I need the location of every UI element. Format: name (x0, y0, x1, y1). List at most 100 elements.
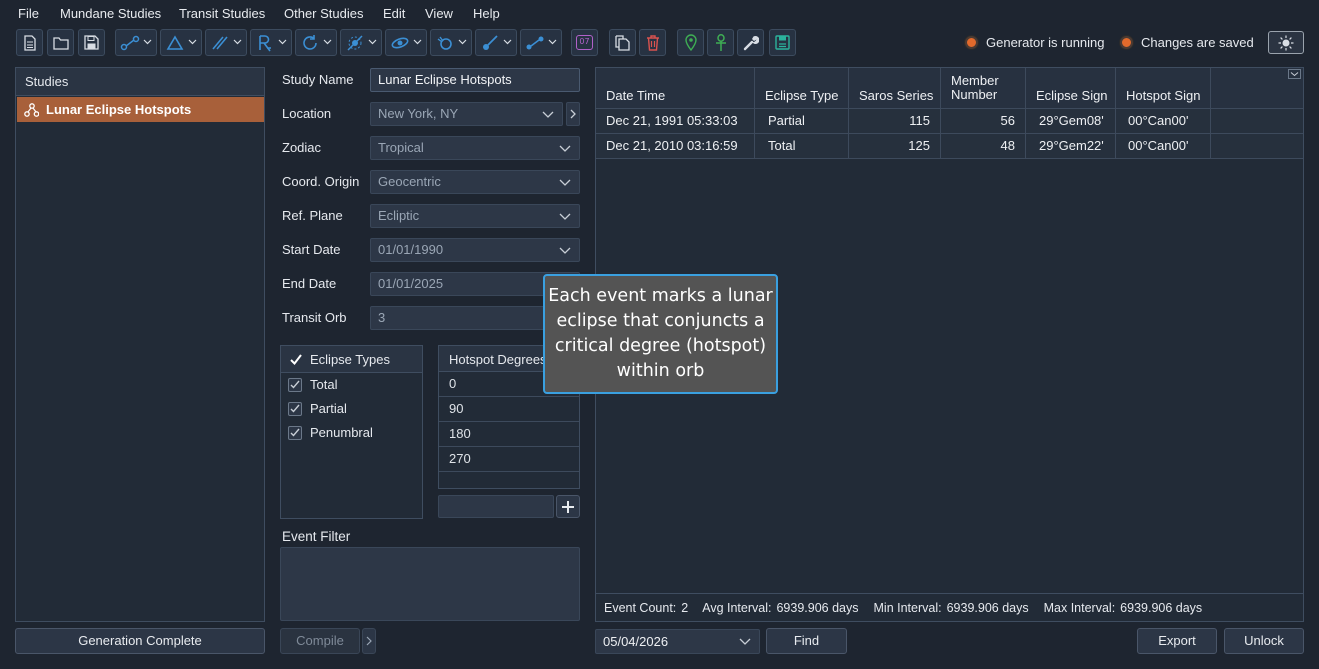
summary-bar: Event Count: 2 Avg Interval: 6939.906 da… (596, 593, 1303, 621)
sun-icon (1278, 35, 1294, 50)
generator-status: Generator is running (965, 35, 1105, 50)
parallel-button[interactable] (205, 29, 247, 56)
settings-button[interactable] (737, 29, 764, 56)
column-header-eclipse-type[interactable]: Eclipse Type (755, 68, 849, 108)
generator-status-text: Generator is running (986, 35, 1105, 50)
checkbox-checked-icon[interactable] (288, 377, 302, 392)
node-icon (347, 34, 363, 51)
hotspot-row[interactable]: 270 (439, 447, 579, 472)
date-picker[interactable]: 05/04/2026 (595, 629, 760, 654)
save-icon (84, 35, 99, 50)
ankh-button[interactable] (707, 29, 734, 56)
connect-button[interactable] (520, 29, 562, 56)
eclipse-types-header[interactable]: Eclipse Types (281, 346, 422, 373)
location-button[interactable] (677, 29, 704, 56)
location-select[interactable]: New York, NY (370, 102, 563, 126)
status-led-icon (965, 36, 978, 49)
hotspot-row[interactable]: 180 (439, 422, 579, 447)
eclipse-type-partial[interactable]: Partial (288, 401, 347, 416)
start-date-picker[interactable]: 01/01/1990 (370, 238, 580, 262)
column-header-date-time[interactable]: Date Time (596, 68, 755, 108)
chevron-down-icon (278, 39, 287, 45)
menu-bar: File Mundane Studies Transit Studies Oth… (0, 0, 1319, 28)
eclipse-button[interactable] (385, 29, 427, 56)
checkbox-checked-icon[interactable] (288, 401, 302, 416)
aspect-line-button[interactable] (115, 29, 157, 56)
chevron-down-icon (323, 39, 332, 45)
study-item-lunar-eclipse-hotspots[interactable]: Lunar Eclipse Hotspots (17, 97, 264, 122)
location-value: New York, NY (378, 106, 459, 121)
orbit-button[interactable] (430, 29, 472, 56)
column-menu-chevron-icon[interactable] (1288, 69, 1301, 79)
compile-button[interactable]: Compile (280, 628, 360, 654)
table-row[interactable]: Dec 21, 1991 05:33:03 Partial 115 56 29°… (596, 109, 1303, 134)
coord-origin-select[interactable]: Geocentric (370, 170, 580, 194)
menu-mundane-studies[interactable]: Mundane Studies (60, 6, 161, 21)
comet-button[interactable] (475, 29, 517, 56)
unlock-button[interactable]: Unlock (1224, 628, 1304, 654)
event-count-value: 2 (681, 600, 689, 615)
cell-saros-series: 115 (849, 109, 941, 133)
chevron-down-icon (368, 39, 377, 45)
delete-button[interactable] (639, 29, 666, 56)
copy-button[interactable] (609, 29, 636, 56)
export-button[interactable]: Export (1137, 628, 1217, 654)
study-name-input[interactable]: Lunar Eclipse Hotspots (370, 68, 580, 92)
ref-plane-select[interactable]: Ecliptic (370, 204, 580, 228)
hotspot-row[interactable]: 90 (439, 397, 579, 422)
eclipse-types-panel: Eclipse Types Total Partial Penumbral (280, 345, 423, 519)
studies-header: Studies (16, 68, 264, 96)
chevron-down-icon (143, 39, 152, 45)
calendar-button[interactable]: 07 (571, 29, 598, 56)
node-button[interactable] (340, 29, 382, 56)
add-hotspot-button[interactable] (556, 495, 580, 518)
save-button[interactable] (78, 29, 105, 56)
chevron-down-icon (458, 39, 467, 45)
avg-interval-value: 6939.906 days (776, 600, 859, 615)
cell-eclipse-sign: 29°Gem22' (1026, 134, 1116, 158)
eclipse-type-penumbral[interactable]: Penumbral (288, 425, 373, 440)
table-row[interactable]: Dec 21, 2010 03:16:59 Total 125 48 29°Ge… (596, 134, 1303, 159)
study-name-label: Study Name (282, 72, 354, 87)
generation-complete-button[interactable]: Generation Complete (15, 628, 265, 654)
event-filter-input[interactable] (280, 547, 580, 621)
column-header-eclipse-sign[interactable]: Eclipse Sign (1026, 68, 1116, 108)
menu-edit[interactable]: Edit (383, 6, 405, 21)
menu-view[interactable]: View (425, 6, 453, 21)
cell-saros-series: 125 (849, 134, 941, 158)
chevron-down-icon (739, 638, 751, 645)
min-interval-value: 6939.906 days (946, 600, 1029, 615)
hotspot-new-input[interactable] (438, 495, 554, 518)
connect-icon (526, 36, 544, 49)
retrograde-button[interactable] (250, 29, 292, 56)
calendar-07-icon: 07 (576, 35, 593, 50)
zodiac-select[interactable]: Tropical (370, 136, 580, 160)
database-button[interactable] (769, 29, 796, 56)
menu-help[interactable]: Help (473, 6, 500, 21)
location-next-button[interactable] (566, 102, 580, 126)
start-date-value: 01/01/1990 (378, 242, 444, 257)
open-folder-button[interactable] (47, 29, 74, 56)
chevron-down-icon (188, 39, 197, 45)
compile-options-button[interactable] (362, 628, 376, 654)
coord-origin-value: Geocentric (378, 174, 441, 189)
cycle-button[interactable] (295, 29, 337, 56)
eclipse-type-total[interactable]: Total (288, 377, 337, 392)
theme-toggle-button[interactable] (1268, 31, 1304, 54)
find-button[interactable]: Find (766, 628, 847, 654)
column-header-member-number[interactable]: Member Number (941, 68, 1026, 108)
menu-file[interactable]: File (18, 6, 39, 21)
study-item-label: Lunar Eclipse Hotspots (46, 102, 192, 117)
menu-other-studies[interactable]: Other Studies (284, 6, 364, 21)
column-header-hotspot-sign[interactable]: Hotspot Sign (1116, 68, 1211, 108)
cell-eclipse-type: Total (755, 134, 849, 158)
triangle-button[interactable] (160, 29, 202, 56)
column-header-saros-series[interactable]: Saros Series (849, 68, 941, 108)
status-led-icon (1120, 36, 1133, 49)
max-interval-value: 6939.906 days (1120, 600, 1203, 615)
menu-transit-studies[interactable]: Transit Studies (179, 6, 265, 21)
checkbox-checked-icon[interactable] (288, 425, 302, 440)
new-file-button[interactable] (16, 29, 43, 56)
cell-member-number: 56 (941, 109, 1026, 133)
study-node-icon (24, 102, 39, 117)
